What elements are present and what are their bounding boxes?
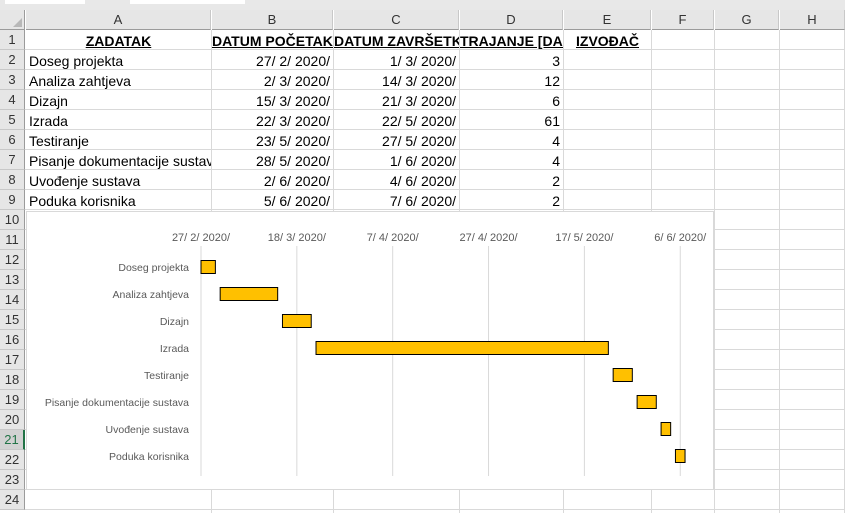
cell-task-name[interactable]: Izrada: [26, 111, 211, 131]
cell-start-date[interactable]: 2/ 3/ 2020/: [212, 71, 333, 91]
column-header-f[interactable]: F: [652, 10, 714, 30]
row-header-9[interactable]: 9: [0, 190, 25, 210]
cell-task-name[interactable]: Poduka korisnika: [26, 191, 211, 211]
cell-duration[interactable]: 6: [460, 91, 563, 111]
header-datum-zavrsetka[interactable]: DATUM ZAVRŠETKA: [334, 31, 459, 51]
column-header-e[interactable]: E: [564, 10, 651, 30]
row-header-1[interactable]: 1: [0, 30, 25, 50]
cell-task-name[interactable]: Analiza zahtjeva: [26, 71, 211, 91]
cell-task-name[interactable]: Doseg projekta: [26, 51, 211, 71]
header-trajanje[interactable]: TRAJANJE [DAN]: [460, 31, 563, 51]
x-tick-label: 27/ 2/ 2020/: [172, 232, 231, 244]
row-header-14[interactable]: 14: [0, 290, 25, 310]
x-tick-label: 7/ 4/ 2020/: [367, 232, 420, 244]
gantt-bar: [315, 341, 609, 355]
gantt-chart[interactable]: 27/ 2/ 2020/18/ 3/ 2020/7/ 4/ 2020/27/ 4…: [26, 211, 714, 490]
column-header-a[interactable]: A: [26, 10, 211, 30]
category-label: Doseg projekta: [118, 262, 189, 274]
select-all-corner[interactable]: [0, 10, 25, 30]
cell-end-date[interactable]: 14/ 3/ 2020/: [334, 71, 459, 91]
cell-task-name[interactable]: Uvođenje sustava: [26, 171, 211, 191]
cell-duration[interactable]: 3: [460, 51, 563, 71]
gantt-bar: [636, 395, 657, 409]
category-label: Pisanje dokumentacije sustava: [45, 397, 189, 409]
category-label: Dizajn: [160, 316, 189, 328]
cell-end-date[interactable]: 4/ 6/ 2020/: [334, 171, 459, 191]
cell-start-date[interactable]: 2/ 6/ 2020/: [212, 171, 333, 191]
cell-end-date[interactable]: 1/ 6/ 2020/: [334, 151, 459, 171]
row-header-21[interactable]: 21: [0, 430, 25, 450]
column-header-g[interactable]: G: [715, 10, 779, 30]
row-header-20[interactable]: 20: [0, 410, 25, 430]
grid-line: [779, 30, 780, 513]
column-header-h[interactable]: H: [780, 10, 845, 30]
cell-task-name[interactable]: Pisanje dokumentacije sustava: [26, 151, 211, 171]
ribbon-edge: [0, 0, 845, 10]
row-header-16[interactable]: 16: [0, 330, 25, 350]
category-label: Uvođenje sustava: [106, 424, 190, 436]
column-header-c[interactable]: C: [334, 10, 459, 30]
cell-start-date[interactable]: 22/ 3/ 2020/: [212, 111, 333, 131]
gantt-chart-svg: 27/ 2/ 2020/18/ 3/ 2020/7/ 4/ 2020/27/ 4…: [45, 232, 707, 476]
column-header-b[interactable]: B: [212, 10, 333, 30]
cell-start-date[interactable]: 23/ 5/ 2020/: [212, 131, 333, 151]
row-header-8[interactable]: 8: [0, 170, 25, 190]
category-label: Testiranje: [144, 370, 189, 382]
cell-end-date[interactable]: 7/ 6/ 2020/: [334, 191, 459, 211]
gantt-bar: [660, 422, 672, 436]
ribbon-tab: [5, 0, 85, 4]
cell-task-name[interactable]: Dizajn: [26, 91, 211, 111]
cell-start-date[interactable]: 5/ 6/ 2020/: [212, 191, 333, 211]
gantt-bar: [281, 314, 312, 328]
gantt-bar: [200, 260, 216, 274]
row-header-17[interactable]: 17: [0, 350, 25, 370]
row-header-18[interactable]: 18: [0, 370, 25, 390]
row-header-24[interactable]: 24: [0, 490, 25, 510]
cell-start-date[interactable]: 15/ 3/ 2020/: [212, 91, 333, 111]
cell-end-date[interactable]: 22/ 5/ 2020/: [334, 111, 459, 131]
category-label: Analiza zahtjeva: [113, 289, 190, 301]
cell-end-date[interactable]: 27/ 5/ 2020/: [334, 131, 459, 151]
row-header-4[interactable]: 4: [0, 90, 25, 110]
row-header-15[interactable]: 15: [0, 310, 25, 330]
cell-task-name[interactable]: Testiranje: [26, 131, 211, 151]
cell-duration[interactable]: 12: [460, 71, 563, 91]
gantt-bar: [219, 287, 279, 301]
header-izvodac[interactable]: IZVOĐAČ: [564, 31, 651, 51]
cell-end-date[interactable]: 1/ 3/ 2020/: [334, 51, 459, 71]
row-header-5[interactable]: 5: [0, 110, 25, 130]
cell-duration[interactable]: 61: [460, 111, 563, 131]
row-header-11[interactable]: 11: [0, 230, 25, 250]
cell-start-date[interactable]: 28/ 5/ 2020/: [212, 151, 333, 171]
row-header-19[interactable]: 19: [0, 390, 25, 410]
category-label: Poduka korisnika: [109, 451, 189, 463]
x-tick-label: 18/ 3/ 2020/: [268, 232, 327, 244]
row-header-2[interactable]: 2: [0, 50, 25, 70]
gantt-bar: [612, 368, 633, 382]
cell-duration[interactable]: 2: [460, 171, 563, 191]
row-header-22[interactable]: 22: [0, 450, 25, 470]
row-header-12[interactable]: 12: [0, 250, 25, 270]
gantt-bar: [674, 449, 686, 463]
cell-duration[interactable]: 2: [460, 191, 563, 211]
row-header-13[interactable]: 13: [0, 270, 25, 290]
row-header-3[interactable]: 3: [0, 70, 25, 90]
x-tick-label: 17/ 5/ 2020/: [555, 232, 614, 244]
row-header-7[interactable]: 7: [0, 150, 25, 170]
category-label: Izrada: [160, 343, 189, 355]
row-header-10[interactable]: 10: [0, 210, 25, 230]
row-header-6[interactable]: 6: [0, 130, 25, 150]
x-tick-label: 27/ 4/ 2020/: [459, 232, 518, 244]
x-tick-label: 6/ 6/ 2020/: [654, 232, 707, 244]
header-zadatak[interactable]: ZADATAK: [26, 31, 211, 51]
column-header-d[interactable]: D: [460, 10, 563, 30]
row-header-23[interactable]: 23: [0, 470, 25, 490]
cell-duration[interactable]: 4: [460, 151, 563, 171]
ribbon-tab: [130, 0, 245, 4]
cell-start-date[interactable]: 27/ 2/ 2020/: [212, 51, 333, 71]
cell-duration[interactable]: 4: [460, 131, 563, 151]
cell-end-date[interactable]: 21/ 3/ 2020/: [334, 91, 459, 111]
header-datum-pocetka[interactable]: DATUM POČETAKA: [212, 31, 333, 51]
